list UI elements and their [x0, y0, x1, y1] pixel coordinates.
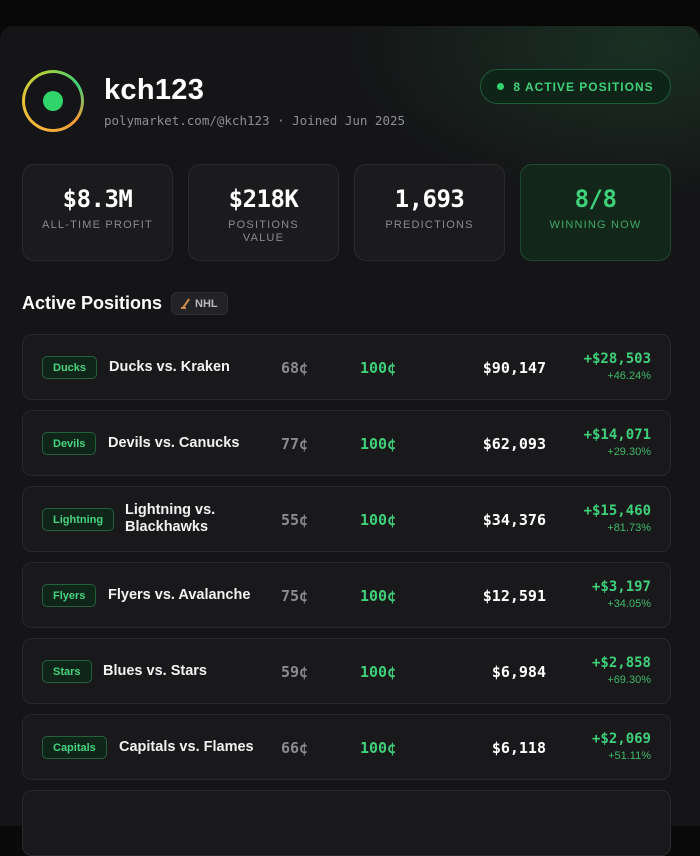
active-positions-badge[interactable]: 8 ACTIVE POSITIONS	[480, 69, 671, 104]
position-value: $6,984	[491, 663, 546, 681]
position-value: $34,376	[482, 511, 546, 529]
current-price: 100¢	[360, 739, 397, 757]
matchup-label: Flyers vs. Avalanche	[108, 586, 251, 603]
position-row[interactable]: Devils Devils vs. Canucks 77¢ 100¢ $62,0…	[22, 410, 671, 476]
entry-price: 75¢	[281, 587, 309, 605]
league-label: NHL	[195, 297, 218, 310]
position-row[interactable]: Flyers Flyers vs. Avalanche 75¢ 100¢ $12…	[22, 562, 671, 628]
pnl-percent: +34.05%	[607, 598, 651, 610]
team-tag: Lightning	[42, 508, 115, 531]
entry-price: 77¢	[281, 435, 309, 453]
current-price: 100¢	[360, 587, 397, 605]
profile-username: kch123	[104, 74, 205, 106]
position-value: $6,118	[491, 739, 546, 757]
stat-value: $218K	[228, 185, 299, 213]
matchup-label: Lightning vs. Blackhawks	[125, 502, 216, 535]
matchup-label: Ducks vs. Kraken	[109, 358, 230, 375]
matchup-label: Devils vs. Canucks	[108, 434, 240, 451]
pnl-amount: +$14,071	[583, 427, 651, 443]
current-price: 100¢	[360, 511, 397, 529]
stat-card-profit: $8.3M ALL-TIME PROFIT	[22, 164, 173, 261]
pnl: +$14,071 +29.30%	[584, 427, 651, 458]
team-tag: Capitals	[42, 736, 107, 759]
pnl-amount: +$2,069	[591, 731, 651, 747]
matchup-label: Capitals vs. Flames	[119, 738, 254, 755]
team-tag: Ducks	[42, 356, 98, 379]
pnl-amount: +$3,197	[591, 579, 651, 595]
position-row[interactable]: Lightning Lightning vs. Blackhawks 55¢ 1…	[22, 486, 671, 552]
stat-label: PREDICTIONS	[385, 219, 474, 231]
profile-subline: polymarket.com/@kch123 · Joined Jun 2025	[104, 113, 406, 128]
position-row[interactable]: Stars Blues vs. Stars 59¢ 100¢ $6,984 +$…	[22, 638, 671, 704]
top-bar	[0, 0, 700, 26]
position-row[interactable]: Ducks Ducks vs. Kraken 68¢ 100¢ $90,147 …	[22, 334, 671, 400]
stat-card-positions-value: $218K POSITIONS VALUE	[188, 164, 339, 261]
pnl: +$15,460 +81.73%	[584, 503, 651, 534]
pnl-percent: +29.30%	[607, 446, 651, 458]
pnl-percent: +46.24%	[607, 370, 651, 382]
pnl: +$2,069 +51.11%	[592, 731, 651, 762]
pnl: +$28,503 +46.24%	[584, 351, 651, 382]
pnl-amount: +$2,858	[591, 655, 651, 671]
team-tag: Devils	[42, 432, 97, 455]
position-value: $62,093	[482, 435, 546, 453]
status-dot-icon	[497, 83, 505, 90]
current-price: 100¢	[360, 359, 397, 377]
stat-label: ALL-TIME PROFIT	[42, 219, 153, 231]
stat-label: POSITIONS VALUE	[228, 219, 299, 244]
section-title: Active Positions	[22, 293, 163, 313]
entry-price: 59¢	[281, 663, 309, 681]
pnl-percent: +51.11%	[608, 750, 651, 762]
pnl-percent: +81.73%	[607, 522, 651, 534]
position-value: $90,147	[482, 359, 546, 377]
stat-value: 8/8	[574, 185, 617, 213]
pnl-amount: +$15,460	[583, 503, 651, 519]
current-price: 100¢	[360, 435, 397, 453]
stat-label: WINNING NOW	[549, 219, 642, 231]
team-tag: Stars	[42, 660, 92, 683]
stat-card-predictions: 1,693 PREDICTIONS	[354, 164, 505, 261]
entry-price: 55¢	[281, 511, 309, 529]
avatar-dot-icon	[43, 91, 63, 111]
pnl-amount: +$28,503	[583, 351, 651, 367]
current-price: 100¢	[360, 663, 397, 681]
pnl-percent: +69.30%	[607, 674, 651, 686]
stat-value: 1,693	[394, 185, 465, 213]
position-row[interactable]: Capitals Capitals vs. Flames 66¢ 100¢ $6…	[22, 714, 671, 780]
active-positions-label: 8 ACTIVE POSITIONS	[513, 79, 654, 94]
avatar	[22, 70, 84, 132]
entry-price: 68¢	[281, 359, 309, 377]
entry-price: 66¢	[281, 739, 309, 757]
hockey-stick-icon	[181, 299, 191, 309]
matchup-label: Blues vs. Stars	[103, 662, 207, 679]
team-tag: Flyers	[42, 584, 97, 607]
stat-value: $8.3M	[62, 185, 133, 213]
league-filter-pill[interactable]: NHL	[171, 292, 228, 315]
position-value: $12,591	[482, 587, 546, 605]
profile-panel: kch123 polymarket.com/@kch123 · Joined J…	[0, 26, 700, 856]
pnl: +$2,858 +69.30%	[592, 655, 651, 686]
pnl: +$3,197 +34.05%	[592, 579, 651, 610]
stat-card-winning: 8/8 WINNING NOW	[520, 164, 671, 261]
